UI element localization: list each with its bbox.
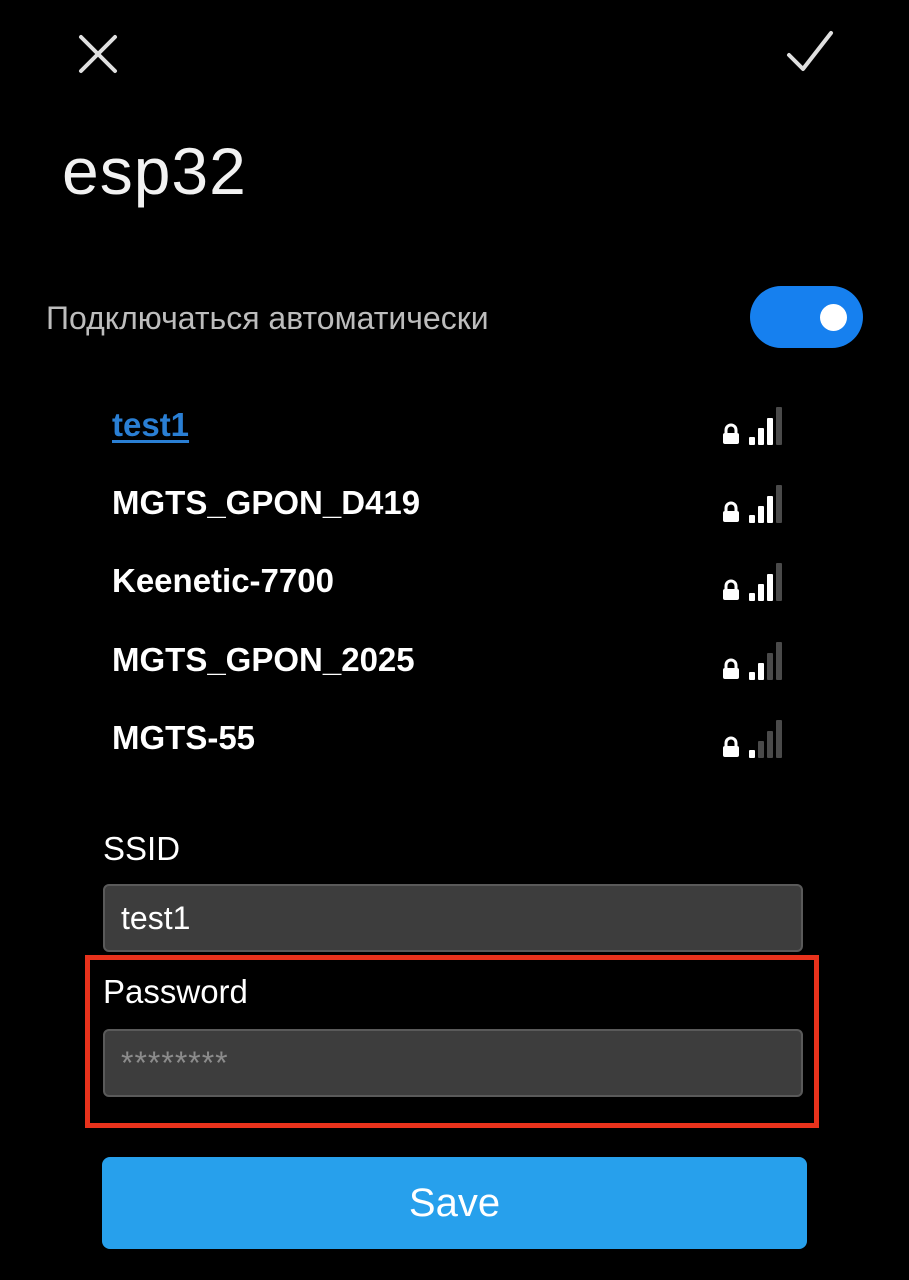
lock-icon (723, 423, 739, 444)
password-label: Password (103, 973, 248, 1010)
wifi-network-item[interactable]: MGTS_GPON_2025 (112, 630, 792, 690)
wifi-network-item[interactable]: MGTS-55 (112, 708, 792, 768)
signal-bar (767, 418, 773, 445)
wifi-status-icons (721, 561, 782, 601)
signal-bar (758, 428, 764, 445)
signal-bar (767, 574, 773, 601)
signal-bar (758, 663, 764, 680)
lock-icon (723, 736, 739, 757)
confirm-button[interactable] (780, 22, 840, 82)
wifi-network-name: MGTS_GPON_2025 (112, 641, 415, 678)
signal-bar (776, 563, 782, 601)
signal-bar (758, 741, 764, 758)
wifi-signal-icon (749, 407, 782, 445)
lock-icon (723, 579, 739, 600)
save-button[interactable]: Save (102, 1157, 807, 1249)
network-title: esp32 (62, 134, 247, 208)
ssid-label: SSID (103, 830, 181, 867)
signal-bar (776, 407, 782, 445)
wifi-signal-icon (749, 642, 782, 680)
wifi-status-icons (721, 640, 782, 680)
auto-connect-label: Подключаться автоматически (46, 300, 489, 336)
wifi-network-name: test1 (112, 406, 190, 443)
toggle-knob (820, 304, 847, 331)
signal-bar (758, 584, 764, 601)
wifi-network-name: Keenetic-7700 (112, 562, 334, 599)
wifi-network-name: MGTS_GPON_D419 (112, 484, 421, 521)
signal-bar (767, 496, 773, 523)
signal-bar (749, 672, 755, 680)
signal-bar (749, 437, 755, 445)
signal-bar (749, 593, 755, 601)
wifi-signal-icon (749, 720, 782, 758)
auto-connect-toggle[interactable] (750, 286, 863, 348)
lock-icon (723, 658, 739, 679)
checkmark-icon (787, 31, 833, 71)
signal-bar (749, 515, 755, 523)
signal-bar (776, 485, 782, 523)
signal-bar (749, 750, 755, 758)
lock-icon (723, 501, 739, 522)
wifi-status-icons (721, 483, 782, 523)
wifi-network-item[interactable]: test1 (112, 395, 792, 455)
wifi-signal-icon (749, 563, 782, 601)
ssid-input[interactable]: test1 (103, 884, 803, 952)
wifi-network-item[interactable]: MGTS_GPON_D419 (112, 473, 792, 533)
wifi-status-icons (721, 405, 782, 445)
wifi-network-name: MGTS-55 (112, 719, 256, 756)
wifi-signal-icon (749, 485, 782, 523)
signal-bar (758, 506, 764, 523)
password-input[interactable]: ******** (103, 1029, 803, 1097)
wifi-status-icons (721, 718, 782, 758)
signal-bar (767, 653, 773, 680)
close-button[interactable] (68, 24, 128, 84)
signal-bar (767, 731, 773, 758)
signal-bar (776, 720, 782, 758)
signal-bar (776, 642, 782, 680)
wifi-network-item[interactable]: Keenetic-7700 (112, 551, 792, 611)
close-icon (79, 35, 117, 73)
